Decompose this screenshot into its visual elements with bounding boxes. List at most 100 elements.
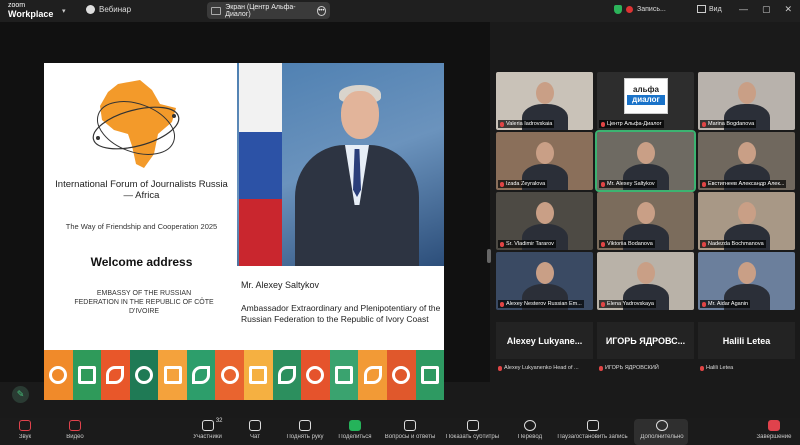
toolbar-label: Показать субтитры — [445, 434, 500, 440]
video-off-button[interactable]: Видео — [55, 420, 95, 440]
participant-name-label: Marina Bogdanova — [700, 120, 757, 128]
end-button[interactable]: Завершение — [752, 420, 796, 440]
toolbar-label: Поделиться — [338, 434, 372, 440]
toolbar-label: Звук — [18, 434, 32, 440]
welcome-heading: Welcome address — [90, 255, 193, 269]
toolbar-label: Видео — [66, 434, 84, 440]
participant-face — [536, 202, 554, 224]
mic-muted-icon — [601, 301, 605, 307]
presentation-slide: International Forum of Journalists Russi… — [44, 63, 445, 400]
recording-indicator[interactable]: Запись... — [614, 5, 666, 14]
participant-video-tile[interactable]: альфа диалог Центр Альфа-Диалог — [597, 72, 694, 130]
participants-count: 32 — [215, 418, 223, 424]
more-icon — [656, 420, 668, 431]
mic-muted-icon — [500, 241, 504, 247]
screen-share-pill[interactable]: Экран (Центр Альфа-Диалог) ••• — [207, 2, 330, 19]
participant-video-tile[interactable]: Elena Yadrovskaya — [597, 252, 694, 310]
band-tile — [415, 350, 445, 400]
raise-hand-button[interactable]: Поднять руку — [280, 420, 330, 440]
participant-name-tile[interactable]: Alexey Lukyane... Alexey Lukyanenko Head … — [496, 322, 593, 371]
forum-subtitle: The Way of Friendship and Cooperation 20… — [65, 222, 218, 231]
band-tile — [329, 350, 359, 400]
close-icon[interactable]: ✕ — [784, 4, 792, 15]
alfa-dialog-logo: альфа диалог — [624, 78, 668, 114]
participant-video-tile[interactable]: Евстигнеев Александр Алек... — [698, 132, 795, 190]
pause-record-button[interactable]: Пауза/остановить запись — [550, 420, 635, 440]
raise-hand-icon — [299, 420, 311, 431]
band-tile — [301, 350, 330, 400]
meeting-toolbar: Звук Видео 32 Участники Чат Поднять руку Подел… — [0, 418, 800, 445]
forum-title: International Forum of Journalists Russi… — [55, 179, 228, 201]
participant-face — [637, 142, 655, 164]
minimize-icon[interactable]: — — [739, 4, 748, 15]
more-icon[interactable]: ••• — [316, 5, 326, 16]
participant-video-tile[interactable]: Viktoriia Bodanova — [597, 192, 694, 250]
participant-name: Izada Zeyralova — [506, 181, 546, 187]
toolbar-label: Завершение — [756, 434, 792, 440]
participant-name: Mr. Aidar Aganin — [708, 301, 749, 307]
captions-icon — [466, 420, 479, 431]
participant-video-tile[interactable]: Alexey Nesterov Russian Em... — [496, 252, 593, 310]
participant-face — [738, 262, 756, 284]
participant-video-tile[interactable]: Valeria Iadrovskaia — [496, 72, 593, 130]
toolbar-label: Вопросы и ответы — [384, 434, 436, 440]
brand-line2: Workplace — [8, 9, 54, 19]
view-button[interactable]: Вид — [697, 5, 722, 13]
chat-button[interactable]: Чат — [240, 420, 270, 440]
mic-muted-icon — [702, 121, 706, 127]
participant-name-label: Elena Yadrovskaya — [599, 300, 656, 308]
maximize-icon[interactable]: ▢ — [762, 4, 771, 15]
screen-share-label: Экран (Центр Альфа-Диалог) — [225, 3, 296, 18]
toolbar-label: Перевод — [517, 434, 543, 440]
speaker-title: Ambassador Extraordinary and Plenipotent… — [241, 303, 441, 324]
mic-muted-icon — [500, 301, 504, 307]
brand-chevron-down-icon[interactable]: ▾ — [62, 7, 66, 15]
annotate-pen-icon[interactable]: ✎ — [12, 386, 29, 403]
participant-big-name: Halili Letea — [722, 335, 771, 346]
video-off-icon — [69, 420, 81, 431]
band-tile — [158, 350, 187, 400]
participant-face — [536, 82, 554, 104]
participant-name: Sr. Vladimir Tararov — [506, 241, 554, 247]
participant-name-label: Alexey Lukyanenko Head of ... — [498, 365, 579, 371]
participant-name: Евстигнеев Александр Алек... — [708, 181, 785, 187]
mic-muted-icon — [601, 181, 605, 187]
participant-name: Центр Альфа-Диалог — [607, 121, 662, 127]
band-tile — [272, 350, 302, 400]
participant-face — [637, 202, 655, 224]
pause-record-icon — [586, 420, 599, 431]
mic-muted-icon — [500, 181, 504, 187]
mic-muted-button[interactable]: Звук — [10, 420, 40, 440]
webinar-indicator[interactable]: Вебинар — [86, 5, 131, 14]
toolbar-label: Дополнительно — [640, 434, 684, 440]
participant-name: Valeria Iadrovskaia — [506, 121, 553, 127]
share-screen-button[interactable]: Поделиться — [330, 420, 380, 440]
mic-muted-icon — [599, 365, 603, 371]
shared-screen: International Forum of Journalists Russi… — [0, 22, 491, 400]
participants-button[interactable]: 32 Участники — [180, 418, 235, 440]
record-icon — [626, 6, 633, 13]
participant-name: Viktoriia Bodanova — [607, 241, 653, 247]
participant-video-tile[interactable]: Marina Bogdanova — [698, 72, 795, 130]
captions-button[interactable]: Показать субтитры — [440, 420, 505, 440]
translation-button[interactable]: Перевод — [510, 420, 550, 440]
participant-video-tile[interactable]: Mr. Alexey Saltykov — [595, 130, 696, 192]
participant-name-label: Nadezda Bochmanova — [700, 240, 766, 248]
band-tile — [72, 350, 102, 400]
qa-button[interactable]: Вопросы и ответы — [380, 420, 440, 440]
participant-name-tile[interactable]: ИГОРЬ ЯДРОВС... ИГОРЬ ЯДРОВСКИЙ — [597, 322, 694, 371]
panel-resize-handle[interactable] — [487, 249, 491, 263]
participant-video-tile[interactable]: Mr. Aidar Aganin — [698, 252, 795, 310]
participant-name-tile[interactable]: Halili Letea Halili Letea — [698, 322, 795, 371]
band-tile — [244, 350, 273, 400]
participant-video-tile[interactable]: Nadezda Bochmanova — [698, 192, 795, 250]
more-button[interactable]: Дополнительно — [638, 420, 686, 440]
end-icon — [768, 420, 780, 431]
mic-muted-icon — [500, 121, 504, 127]
participant-face — [536, 262, 554, 284]
participant-video-tile[interactable]: Sr. Vladimir Tararov — [496, 192, 593, 250]
participants-icon: 32 — [201, 418, 223, 431]
participant-name-label: Евстигнеев Александр Алек... — [700, 180, 787, 188]
participant-name-label: Halili Letea — [700, 365, 733, 371]
participant-video-tile[interactable]: Izada Zeyralova — [496, 132, 593, 190]
